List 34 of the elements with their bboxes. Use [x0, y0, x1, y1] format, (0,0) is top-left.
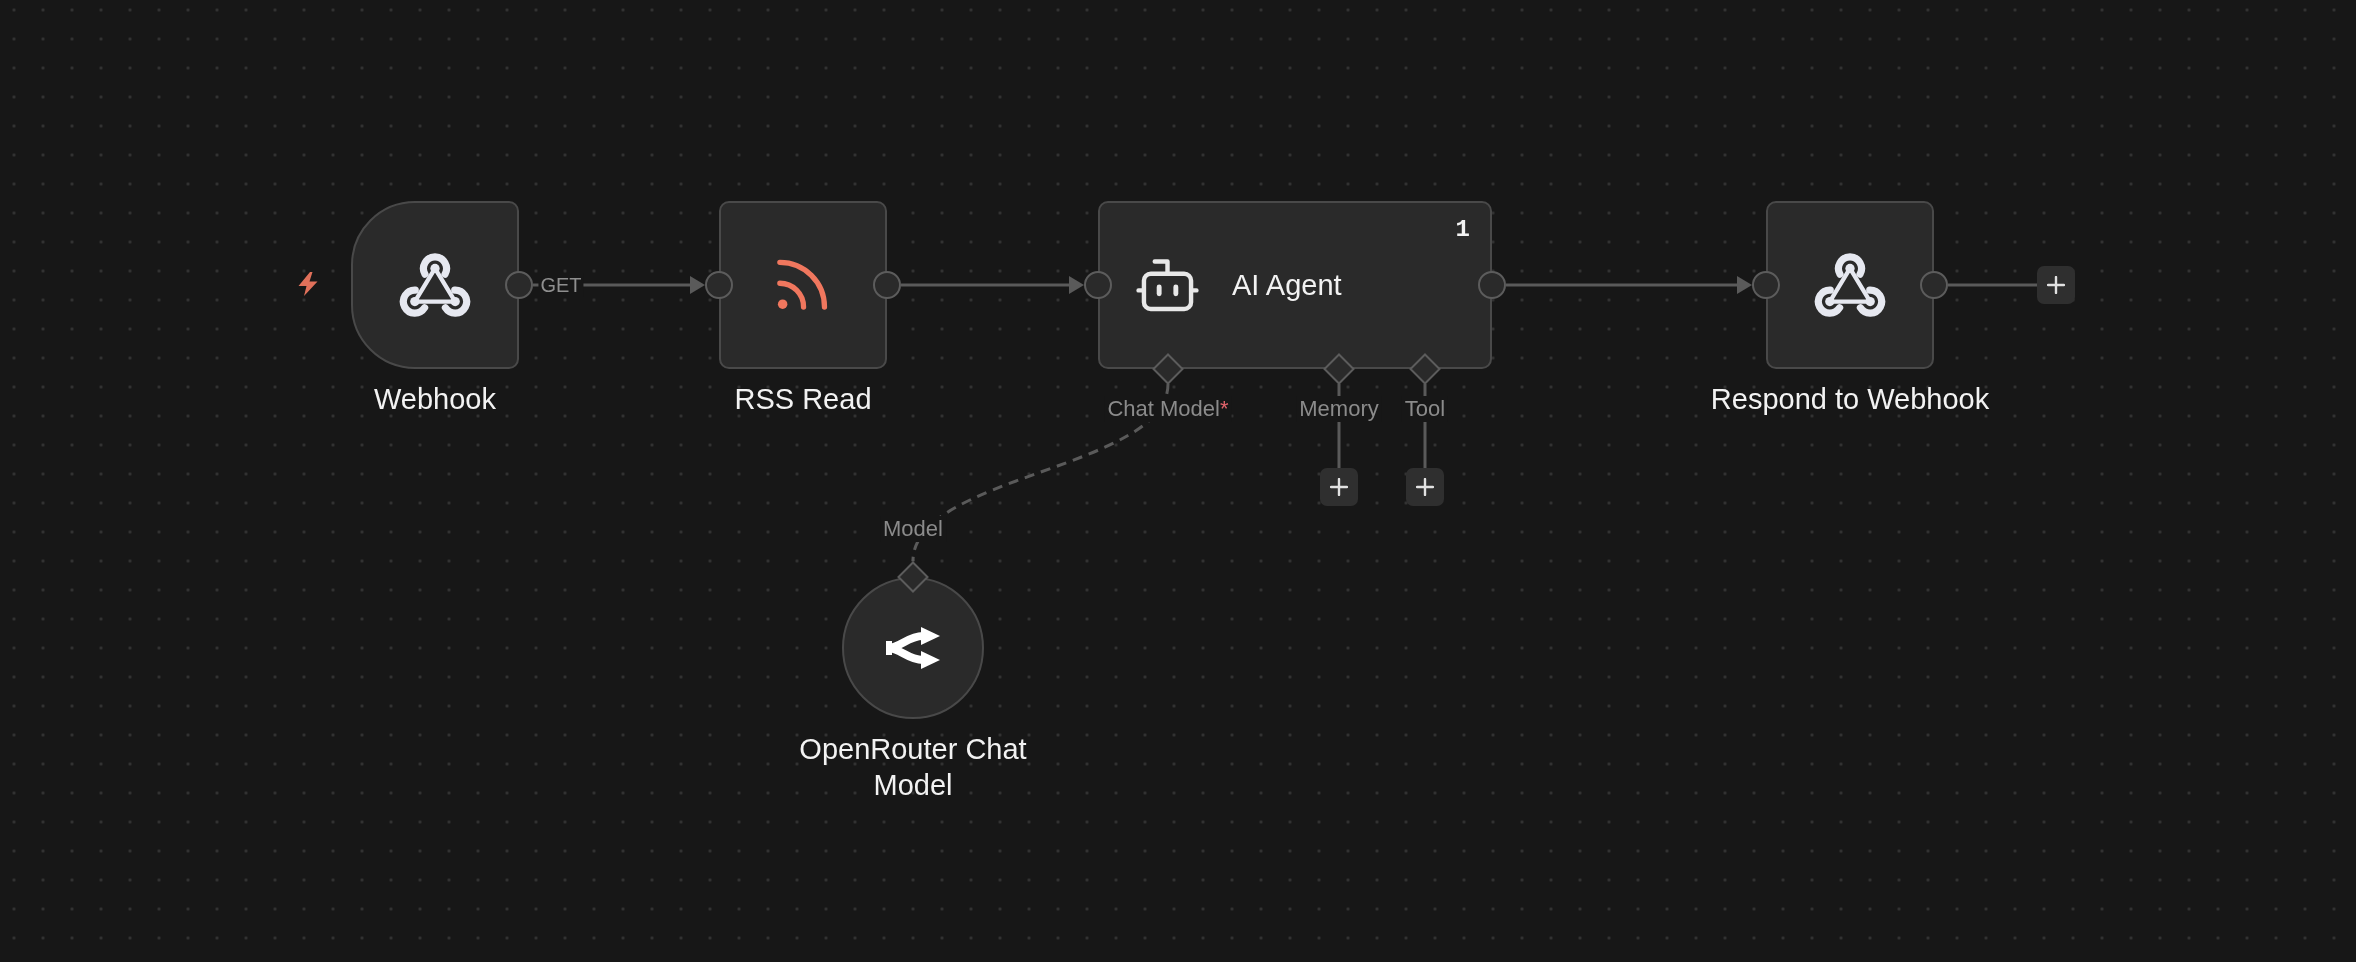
connector-handle[interactable] [1409, 353, 1441, 385]
workflow-node[interactable] [719, 201, 887, 369]
output-handle[interactable] [1478, 271, 1506, 299]
input-handle[interactable] [1752, 271, 1780, 299]
node-label: Webhook [374, 382, 496, 417]
node-label: AI Agent [1232, 268, 1342, 303]
connector-handle[interactable] [897, 561, 929, 593]
add-button[interactable] [1406, 468, 1444, 506]
plus-icon [2047, 276, 2065, 294]
run-count: 1 [1455, 217, 1470, 243]
robot-icon [1136, 258, 1199, 312]
input-handle[interactable] [705, 271, 733, 299]
rss-icon [776, 258, 830, 312]
input-handle[interactable] [1084, 271, 1112, 299]
plus-icon [1416, 478, 1434, 496]
port-label: Model [880, 516, 946, 542]
plus-icon [1330, 478, 1348, 496]
workflow-node[interactable] [351, 201, 519, 369]
output-handle[interactable] [505, 271, 533, 299]
node-label: Respond to Webhook [1710, 382, 1990, 417]
connector-handle[interactable] [1323, 353, 1355, 385]
webhook-icon [399, 251, 471, 319]
add-button[interactable] [2037, 266, 2075, 304]
output-handle[interactable] [873, 271, 901, 299]
workflow-node[interactable] [1766, 201, 1934, 369]
webhook-icon [1814, 251, 1886, 319]
lightning-icon [297, 272, 319, 296]
output-handle[interactable] [1920, 271, 1948, 299]
node-label: OpenRouter Chat Model [798, 732, 1028, 803]
connector-handle[interactable] [1152, 353, 1184, 385]
node-label: RSS Read [734, 382, 872, 417]
branching-arrows-icon [886, 626, 940, 670]
workflow-node[interactable]: AI Agent 1 [1098, 201, 1492, 369]
add-button[interactable] [1320, 468, 1358, 506]
